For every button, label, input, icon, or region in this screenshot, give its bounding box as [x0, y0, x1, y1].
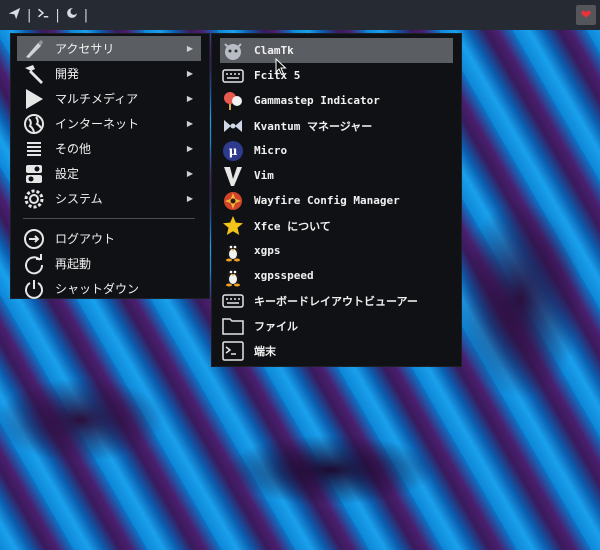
- submenu-arrow-icon: ▶: [186, 94, 193, 103]
- submenu-item-label: キーボードレイアウトビューアー: [254, 294, 418, 308]
- menu-item-label: インターネット: [55, 117, 140, 131]
- menu-item-development[interactable]: 開発 ▶: [11, 61, 209, 86]
- menu-item-label: 開発: [55, 67, 80, 81]
- application-menu: アクセサリ ▶ 開発 ▶ マルチメディア ▶ インターネット ▶ その他 ▶ 設…: [10, 33, 210, 299]
- logout-icon: [23, 228, 45, 250]
- vim-icon: [222, 165, 244, 187]
- star-icon: [222, 215, 244, 237]
- heart-icon: ❤: [580, 7, 592, 23]
- submenu-arrow-icon: ▶: [186, 144, 193, 153]
- submenu-arrow-icon: ▶: [186, 194, 193, 203]
- hammer-icon: [23, 63, 45, 85]
- menu-item-system[interactable]: システム ▶: [11, 186, 209, 211]
- keyboard-icon: [222, 290, 244, 312]
- globe-icon: [23, 113, 45, 135]
- submenu-item-label: ClamTk: [254, 44, 294, 57]
- menu-item-label: 再起動: [55, 257, 92, 271]
- menu-item-label: 設定: [55, 167, 80, 181]
- submenu-item-gammastep[interactable]: Gammastep Indicator: [212, 88, 461, 113]
- submenu-item-label: Kvantum マネージャー: [254, 119, 373, 133]
- menu-item-other[interactable]: その他 ▶: [11, 136, 209, 161]
- separator: |: [83, 7, 89, 23]
- submenu-item-files[interactable]: ファイル: [212, 313, 461, 338]
- menu-item-multimedia[interactable]: マルチメディア ▶: [11, 86, 209, 111]
- toggles-icon: [23, 163, 45, 185]
- terminal-icon[interactable]: [37, 7, 49, 23]
- menu-item-label: システム: [55, 192, 103, 206]
- brush-icon: [23, 38, 45, 60]
- heart-button[interactable]: ❤: [576, 5, 596, 25]
- submenu-item-clamtk[interactable]: ClamTk: [220, 38, 453, 63]
- submenu-item-xgps[interactable]: xgps: [212, 238, 461, 263]
- quick-launcher: | | |: [8, 7, 88, 24]
- menu-item-internet[interactable]: インターネット ▶: [11, 111, 209, 136]
- gammastep-icon: [222, 90, 244, 112]
- submenu-item-xgpsspeed[interactable]: xgpsspeed: [212, 263, 461, 288]
- micro-icon: μ: [222, 140, 244, 162]
- terminal-icon: [222, 340, 244, 362]
- menu-item-label: マルチメディア: [55, 92, 139, 106]
- submenu-arrow-icon: ▶: [186, 44, 193, 53]
- menu-item-label: ログアウト: [55, 232, 116, 246]
- menu-item-label: アクセサリ: [55, 42, 115, 56]
- submenu-item-about-xfce[interactable]: Xfce について: [212, 213, 461, 238]
- menu-item-settings[interactable]: 設定 ▶: [11, 161, 209, 186]
- folder-icon: [222, 315, 244, 337]
- submenu-item-label: ファイル: [254, 319, 298, 333]
- submenu-item-label: Xfce について: [254, 219, 331, 233]
- svg-text:μ: μ: [229, 144, 238, 158]
- submenu-item-wayfire[interactable]: Wayfire Config Manager: [212, 188, 461, 213]
- wayfire-icon: [222, 190, 244, 212]
- menu-item-label: シャットダウン: [55, 282, 140, 296]
- list-icon: [23, 138, 45, 160]
- submenu-item-vim[interactable]: Vim: [212, 163, 461, 188]
- submenu-item-label: 端末: [254, 344, 276, 358]
- menu-item-label: その他: [55, 142, 92, 156]
- separator: |: [27, 7, 32, 23]
- submenu-arrow-icon: ▶: [186, 69, 193, 78]
- submenu-arrow-icon: ▶: [186, 169, 193, 178]
- dark-mode-icon[interactable]: [66, 7, 78, 23]
- play-icon: [23, 88, 45, 110]
- submenu-item-label: Wayfire Config Manager: [254, 194, 400, 207]
- submenu-item-terminal[interactable]: 端末: [212, 338, 461, 363]
- gear-icon: [23, 188, 45, 210]
- power-icon: [23, 278, 45, 300]
- menu-item-accessories[interactable]: アクセサリ ▶: [17, 36, 201, 61]
- restart-icon: [23, 253, 45, 275]
- submenu-item-micro[interactable]: μ Micro: [212, 138, 461, 163]
- submenu-arrow-icon: ▶: [186, 119, 193, 128]
- tux-icon: [222, 240, 244, 262]
- submenu-item-kvantum[interactable]: Kvantum マネージャー: [212, 113, 461, 138]
- paper-plane-icon[interactable]: [8, 7, 21, 24]
- submenu-item-fcitx5[interactable]: Fcitx 5: [212, 63, 461, 88]
- mouse-cursor-icon: [275, 58, 287, 76]
- submenu-item-label: Micro: [254, 144, 288, 157]
- submenu-item-label: Gammastep Indicator: [254, 94, 380, 107]
- submenu-item-label: xgps: [254, 244, 281, 257]
- menu-item-restart[interactable]: 再起動: [11, 251, 209, 276]
- submenu-item-label: Vim: [254, 169, 274, 182]
- keyboard-icon: [222, 65, 244, 87]
- menu-separator: [23, 218, 195, 219]
- menu-item-shutdown[interactable]: シャットダウン: [11, 276, 209, 301]
- top-panel: | | | ❤: [0, 0, 600, 30]
- submenu-item-keyboard-layout-viewer[interactable]: キーボードレイアウトビューアー: [212, 288, 461, 313]
- submenu-item-label: xgpsspeed: [254, 269, 314, 282]
- tux-icon: [222, 265, 244, 287]
- kvantum-icon: [222, 115, 244, 137]
- separator: |: [55, 7, 60, 23]
- accessories-submenu: ClamTk Fcitx 5 Gammastep Indicator Kvant…: [211, 33, 462, 367]
- clamtk-icon: [222, 40, 244, 62]
- menu-item-logout[interactable]: ログアウト: [11, 226, 209, 251]
